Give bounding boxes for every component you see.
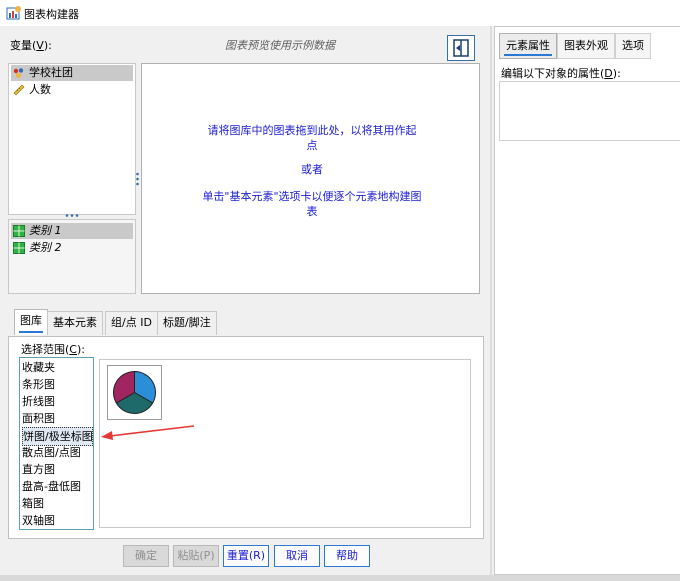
nominal-var-icon [13, 67, 25, 79]
variable-item-school-club[interactable]: 学校社团 [11, 65, 133, 81]
chart-type-high-low[interactable]: 盘高-盘低图 [22, 478, 91, 495]
chart-preview-toggle-button[interactable] [447, 35, 475, 61]
chart-type-dual-axis[interactable]: 双轴图 [22, 512, 91, 529]
chart-type-line[interactable]: 折线图 [22, 393, 91, 410]
chart-type-boxplot[interactable]: 箱图 [22, 495, 91, 512]
variable-item-count[interactable]: 人数 [11, 82, 133, 98]
chart-type-list[interactable]: 收藏夹 条形图 折线图 面积图 饼图/极坐标图 散点图/点图 直方图 盘高-盘低… [19, 357, 94, 530]
canvas-instruction-2: 单击"基本元素"选项卡以便逐个元素地构建图 表 [202, 190, 422, 218]
canvas-instruction-1: 请将图库中的图表拖到此处，以将其用作起 点 [207, 124, 417, 152]
chart-type-histogram[interactable]: 直方图 [22, 461, 91, 478]
tab-gallery[interactable]: 图库 [14, 309, 48, 335]
paste-button[interactable]: 粘贴(P) [173, 545, 219, 567]
properties-tabs: 元素属性 图表外观 选项 [495, 33, 680, 59]
properties-panel: 元素属性 图表外观 选项 编辑以下对象的属性(D): [494, 26, 680, 575]
variables-label: 变量(V): [10, 39, 52, 52]
chart-type-bar[interactable]: 条形图 [22, 376, 91, 393]
help-button[interactable]: 帮助 [324, 545, 370, 567]
tab-basic-elements[interactable]: 基本元素 [47, 311, 103, 335]
tab-titles-footnotes[interactable]: 标题/脚注 [157, 311, 217, 335]
splitter-handle-vertical[interactable] [136, 172, 139, 186]
chart-canvas-drop-zone[interactable]: 请将图库中的图表拖到此处，以将其用作起 点 或者 单击"基本元素"选项卡以便逐个… [141, 63, 480, 294]
chart-type-area[interactable]: 面积图 [22, 410, 91, 427]
preview-note: 图表预览使用示例数据 [225, 39, 335, 52]
panel-splitter[interactable] [490, 26, 492, 581]
tab-options[interactable]: 选项 [615, 33, 651, 59]
cancel-button[interactable]: 取消 [274, 545, 320, 567]
chart-type-scatter-dot[interactable]: 散点图/点图 [22, 444, 91, 461]
chart-builder-app-icon [6, 5, 22, 21]
edit-properties-label: 编辑以下对象的属性(D): [501, 67, 621, 80]
category-item-2[interactable]: 类别 2 [11, 240, 133, 256]
tab-group-point-id[interactable]: 组/点 ID [105, 311, 158, 335]
variable-list[interactable]: 学校社团 人数 [8, 63, 136, 215]
reset-button[interactable]: 重置(R) [223, 545, 269, 567]
chart-type-favorites[interactable]: 收藏夹 [22, 359, 91, 376]
pie-chart-icon [112, 370, 157, 415]
title-bar [0, 0, 680, 26]
bottom-edge [0, 575, 680, 581]
ok-button[interactable]: 确定 [123, 545, 169, 567]
pie-chart-thumbnail[interactable] [107, 365, 162, 420]
properties-object-list[interactable] [499, 81, 680, 141]
canvas-instruction-or: 或者 [301, 163, 323, 176]
preview-toggle-icon [453, 39, 469, 57]
choose-from-label: 选择范围(C): [21, 343, 85, 356]
ruler-scale-icon [13, 84, 25, 96]
category-grid-icon [13, 225, 25, 237]
tab-chart-appearance[interactable]: 图表外观 [557, 33, 615, 59]
tab-element-properties[interactable]: 元素属性 [499, 33, 557, 59]
category-list[interactable]: 类别 1 类别 2 [8, 219, 136, 294]
category-grid-icon [13, 242, 25, 254]
annotation-arrow-icon [101, 425, 195, 440]
window-title: 图表构建器 [24, 8, 79, 21]
category-item-1[interactable]: 类别 1 [11, 223, 133, 239]
splitter-handle-horizontal[interactable] [65, 214, 79, 217]
